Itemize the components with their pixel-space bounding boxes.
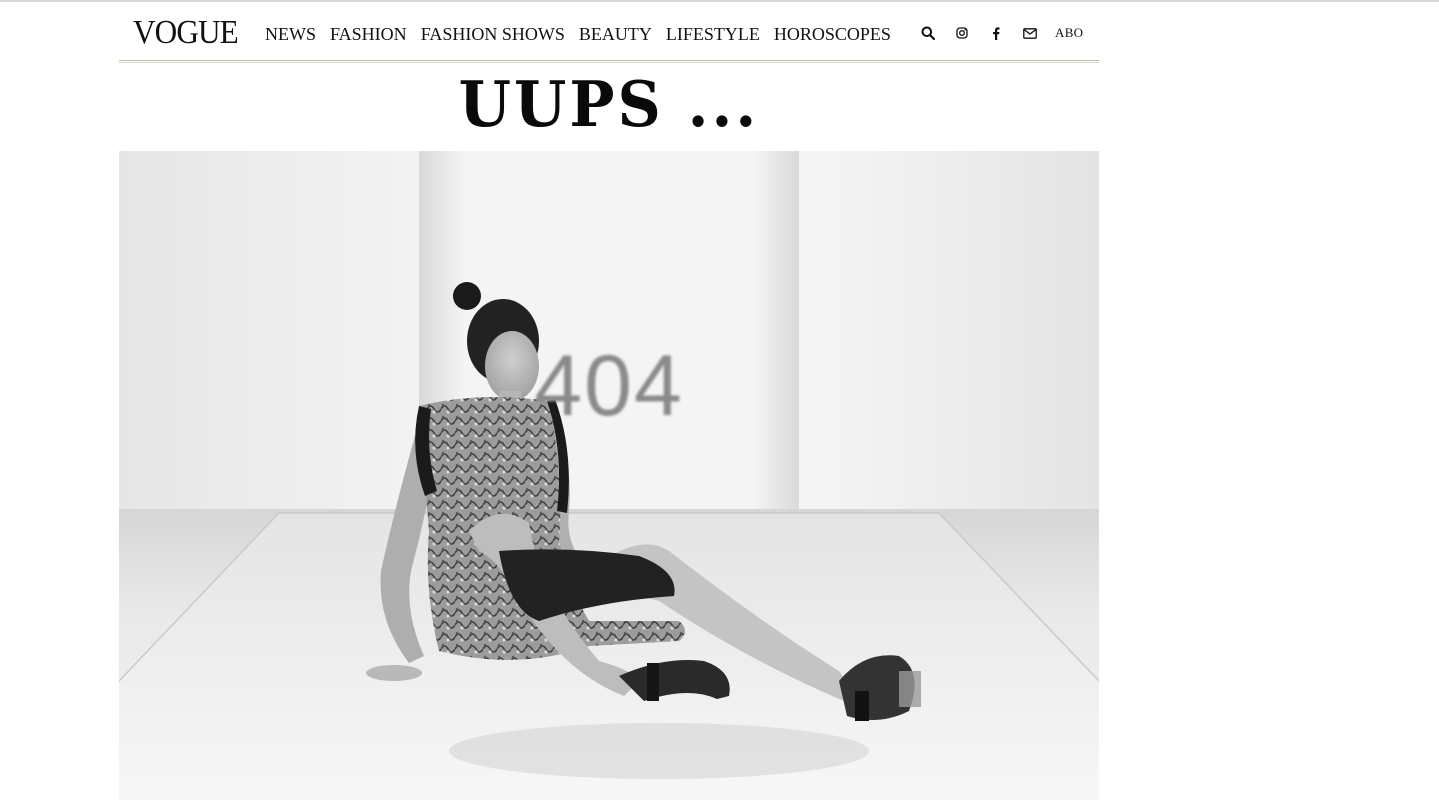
hero-image: 404 (119, 151, 1099, 800)
runway-photo (119, 151, 1099, 800)
nav-item-news[interactable]: NEWS (265, 23, 316, 45)
instagram-icon[interactable] (953, 24, 971, 42)
facebook-icon[interactable] (987, 24, 1005, 42)
page-title: UUPS ... (458, 68, 760, 142)
nav-item-lifestyle[interactable]: LIFESTYLE (666, 23, 760, 45)
error-code: 404 (534, 338, 684, 434)
header-divider (119, 60, 1099, 61)
mail-icon[interactable] (1021, 24, 1039, 42)
abo-link[interactable]: ABO (1055, 25, 1083, 41)
header-tools: ABO (919, 24, 1083, 42)
nav-item-fashion[interactable]: FASHION (330, 23, 407, 45)
vogue-logo[interactable]: VOGUE (133, 15, 239, 51)
site-header: VOGUE NEWS FASHION FASHION SHOWS BEAUTY … (119, 2, 1099, 60)
header-divider-secondary (119, 62, 1099, 63)
nav-item-horoscopes[interactable]: HOROSCOPES (774, 23, 891, 45)
nav-item-fashion-shows[interactable]: FASHION SHOWS (421, 23, 565, 45)
nav-item-beauty[interactable]: BEAUTY (579, 23, 652, 45)
main-nav: NEWS FASHION FASHION SHOWS BEAUTY LIFEST… (265, 23, 891, 45)
search-icon[interactable] (919, 24, 937, 42)
